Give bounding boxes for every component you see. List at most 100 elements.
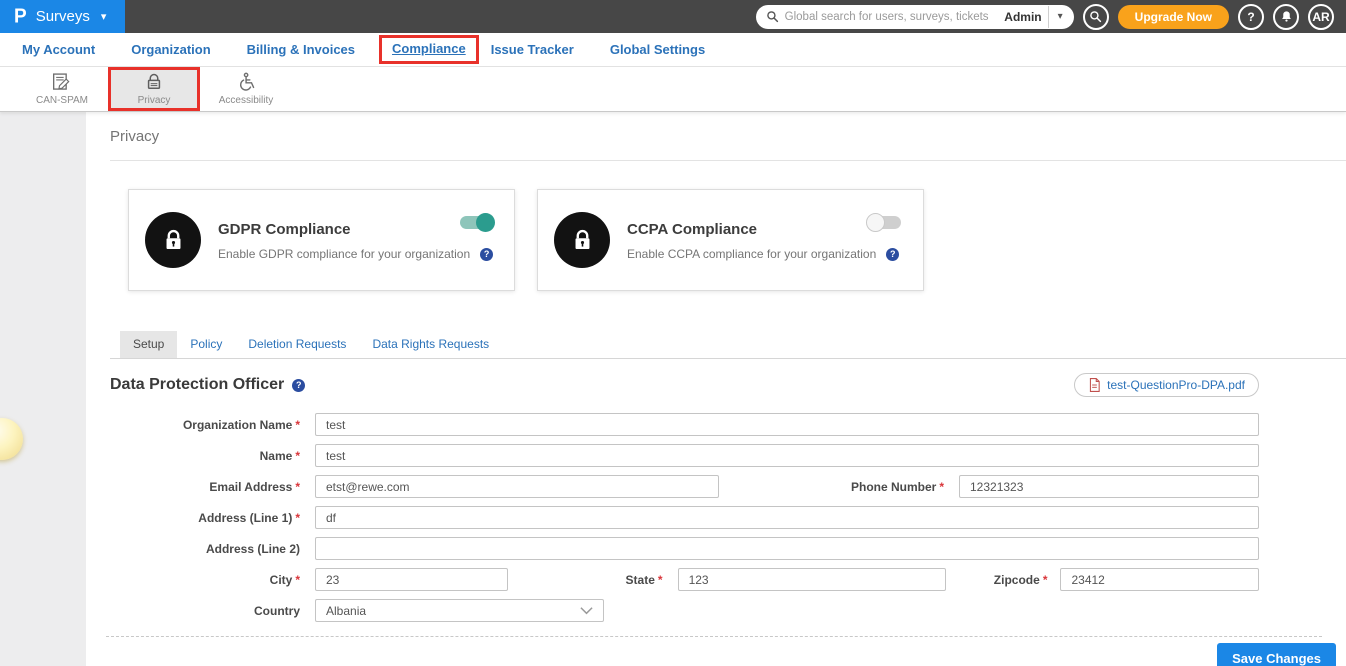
topbar: P Surveys ▾ Admin ▾ Upgrade Now ? AR	[0, 0, 1346, 33]
app-window: P Surveys ▾ Admin ▾ Upgrade Now ? AR M	[0, 0, 1346, 666]
nav-global-settings[interactable]: Global Settings	[598, 42, 717, 57]
pdf-file-icon	[1088, 378, 1101, 392]
form-row: Address (Line 1)*	[110, 506, 1259, 529]
divider	[1048, 6, 1049, 28]
toolbar-item-label: Accessibility	[219, 95, 273, 106]
required-marker: *	[295, 573, 300, 587]
question-glyph: ?	[296, 380, 302, 390]
annotation-highlight-compliance: Compliance	[379, 35, 479, 64]
caret-down-icon: ▾	[1058, 11, 1063, 22]
card-description: Enable CCPA compliance for your organiza…	[627, 247, 876, 261]
state-input[interactable]	[678, 568, 947, 591]
card-title: CCPA Compliance	[627, 221, 899, 238]
help-icon[interactable]: ?	[886, 248, 899, 261]
help-button[interactable]: ?	[1238, 4, 1264, 30]
name-input[interactable]	[315, 444, 1259, 467]
tab-policy[interactable]: Policy	[177, 331, 235, 358]
pdf-file-name: test-QuestionPro-DPA.pdf	[1107, 378, 1245, 392]
nav-organization[interactable]: Organization	[119, 42, 222, 57]
country-select[interactable]: Albania	[315, 599, 604, 622]
search-icon	[766, 10, 779, 23]
feedback-orb[interactable]	[0, 418, 23, 460]
address1-input[interactable]	[315, 506, 1259, 529]
organization-name-label: Organization Name*	[110, 418, 300, 432]
topbar-actions: Admin ▾ Upgrade Now ? AR	[756, 0, 1346, 33]
section-title: Data Protection Officer	[110, 376, 284, 394]
questionpro-logo: P	[14, 5, 27, 28]
organization-name-input[interactable]	[315, 413, 1259, 436]
search-button[interactable]	[1083, 4, 1109, 30]
email-input[interactable]	[315, 475, 719, 498]
search-scope-dropdown[interactable]: ▾	[1055, 11, 1070, 22]
form-row: Email Address* Phone Number*	[110, 475, 1259, 498]
tab-deletion-requests[interactable]: Deletion Requests	[235, 331, 359, 358]
required-marker: *	[939, 480, 944, 494]
required-marker: *	[1043, 573, 1048, 587]
card-title: GDPR Compliance	[218, 221, 493, 238]
city-input[interactable]	[315, 568, 508, 591]
help-icon[interactable]: ?	[480, 248, 493, 261]
toolbar-item-can-spam[interactable]: CAN-SPAM	[16, 67, 108, 111]
bell-icon	[1280, 10, 1293, 23]
divider	[106, 636, 1322, 637]
question-glyph: ?	[484, 249, 490, 259]
caret-down-icon: ▾	[101, 10, 107, 23]
lock-icon	[160, 227, 187, 254]
toolbar-item-label: CAN-SPAM	[36, 95, 88, 106]
product-switcher[interactable]: P Surveys ▾	[0, 0, 125, 33]
toolbar-item-accessibility[interactable]: Accessibility	[200, 67, 292, 111]
accessibility-icon	[236, 72, 257, 92]
name-label: Name*	[110, 449, 300, 463]
tab-data-rights-requests[interactable]: Data Rights Requests	[359, 331, 502, 358]
required-marker: *	[658, 573, 663, 587]
search-scope-label: Admin	[1004, 10, 1041, 24]
lock-badge	[554, 212, 610, 268]
question-glyph: ?	[890, 249, 896, 259]
address2-input[interactable]	[315, 537, 1259, 560]
form-row: Country Albania	[110, 599, 1259, 622]
form-row: Name*	[110, 444, 1259, 467]
phone-input[interactable]	[959, 475, 1259, 498]
card-texts: CCPA Compliance Enable CCPA compliance f…	[627, 219, 899, 261]
city-label: City*	[110, 573, 300, 587]
address1-label: Address (Line 1)*	[110, 511, 300, 525]
lock-icon	[144, 72, 164, 92]
zipcode-label: Zipcode*	[946, 573, 1047, 587]
divider	[110, 160, 1346, 161]
help-icon[interactable]: ?	[292, 379, 305, 392]
country-label: Country	[110, 604, 300, 618]
toolbar-item-privacy[interactable]: Privacy	[108, 67, 200, 111]
required-marker: *	[295, 418, 300, 432]
zipcode-input[interactable]	[1060, 568, 1259, 591]
dpa-pdf-button[interactable]: test-QuestionPro-DPA.pdf	[1074, 373, 1259, 397]
global-search-input[interactable]	[785, 11, 999, 23]
global-search: Admin ▾	[756, 5, 1074, 29]
save-changes-button[interactable]: Save Changes	[1217, 643, 1336, 666]
gdpr-toggle[interactable]	[460, 216, 492, 229]
nav-billing-invoices[interactable]: Billing & Invoices	[235, 42, 367, 57]
nav-compliance[interactable]: Compliance	[388, 41, 470, 56]
privacy-panel: Privacy GDPR Compliance Enable GDPR comp…	[86, 112, 1346, 666]
phone-label: Phone Number*	[719, 480, 944, 494]
can-spam-icon	[51, 72, 73, 92]
card-texts: GDPR Compliance Enable GDPR compliance f…	[218, 219, 493, 261]
gdpr-compliance-card: GDPR Compliance Enable GDPR compliance f…	[128, 189, 515, 291]
product-name: Surveys	[36, 8, 90, 25]
toggle-knob	[476, 213, 495, 232]
notifications-button[interactable]	[1273, 4, 1299, 30]
nav-issue-tracker[interactable]: Issue Tracker	[479, 42, 586, 57]
tab-setup[interactable]: Setup	[120, 331, 177, 358]
chevron-down-icon	[580, 606, 593, 615]
question-icon: ?	[1247, 10, 1254, 24]
avatar[interactable]: AR	[1308, 4, 1334, 30]
toggle-knob	[866, 213, 885, 232]
ccpa-toggle[interactable]	[869, 216, 901, 229]
content-area: Privacy GDPR Compliance Enable GDPR comp…	[0, 112, 1346, 666]
nav-my-account[interactable]: My Account	[10, 42, 107, 57]
upgrade-now-button[interactable]: Upgrade Now	[1118, 5, 1229, 29]
required-marker: *	[295, 511, 300, 525]
form-row: City* State* Zipcode*	[110, 568, 1259, 591]
search-icon	[1089, 10, 1102, 23]
form-row: Address (Line 2)	[110, 537, 1259, 560]
page-title: Privacy	[110, 128, 1346, 145]
